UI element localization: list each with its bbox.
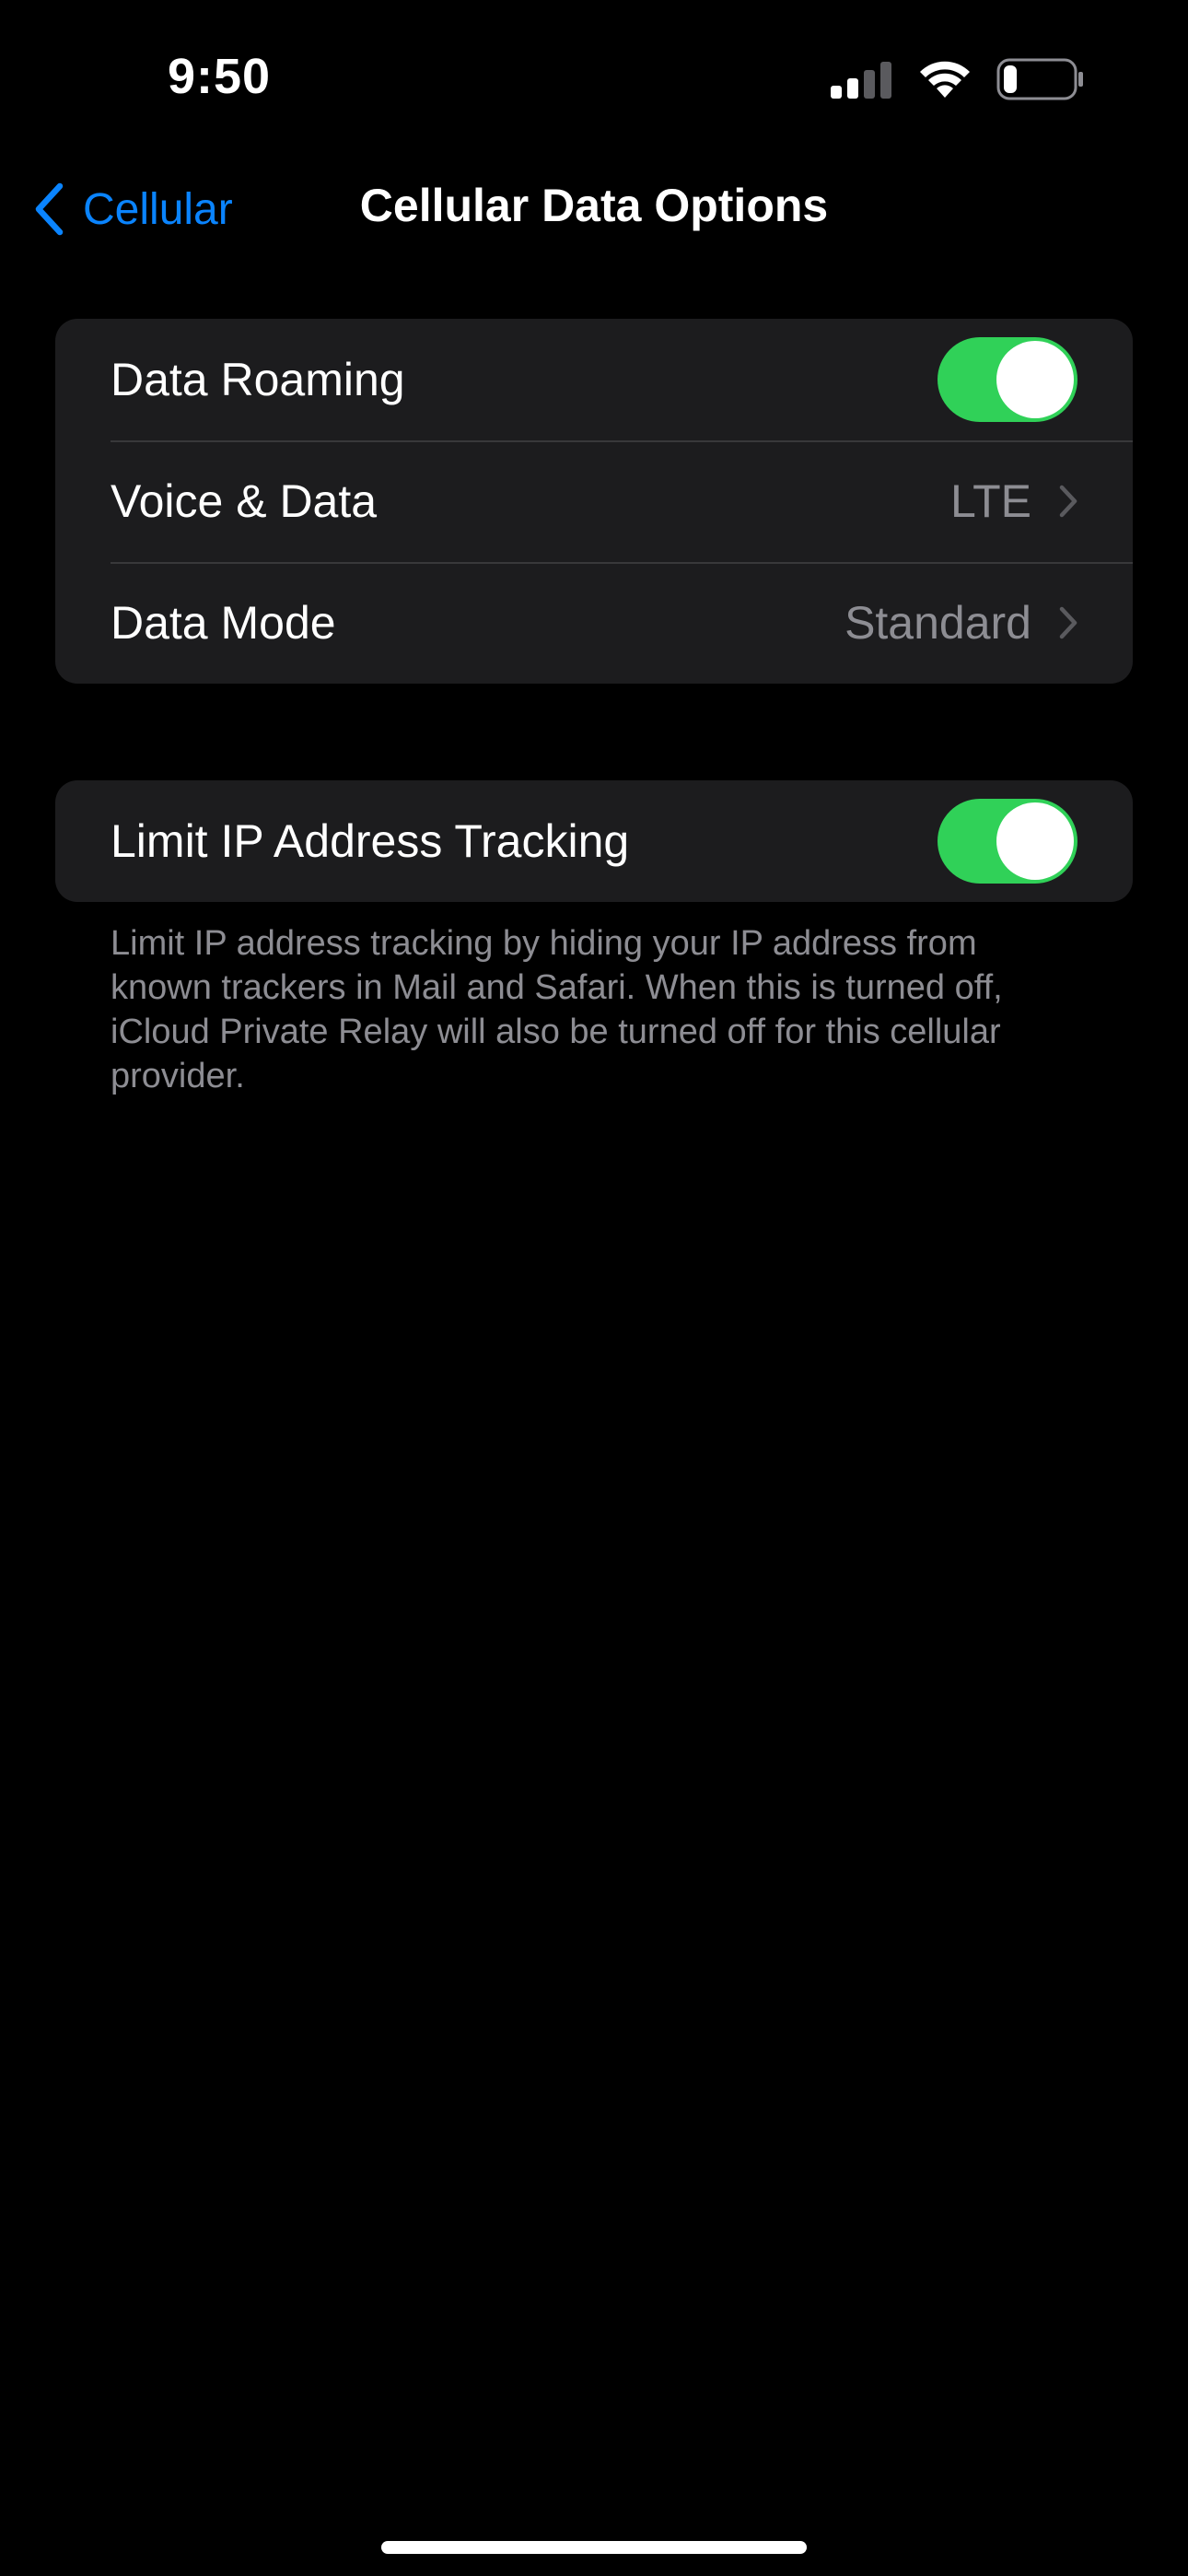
data-mode-label: Data Mode bbox=[111, 597, 336, 649]
toggle-knob bbox=[996, 802, 1074, 880]
battery-level-fill bbox=[1004, 65, 1017, 93]
privacy-group: Limit IP Address Tracking bbox=[55, 780, 1133, 902]
limit-ip-tracking-label: Limit IP Address Tracking bbox=[111, 815, 630, 867]
page-title: Cellular Data Options bbox=[359, 180, 829, 231]
cellular-signal-icon bbox=[831, 62, 891, 99]
home-indicator[interactable] bbox=[381, 2541, 807, 2554]
status-bar: 9:50 bbox=[0, 0, 1188, 157]
data-mode-row[interactable]: Data Mode Standard bbox=[55, 562, 1133, 684]
status-time: 9:50 bbox=[168, 49, 272, 104]
data-roaming-toggle[interactable] bbox=[938, 337, 1077, 422]
wifi-icon bbox=[920, 61, 970, 98]
battery-icon bbox=[996, 58, 1083, 100]
data-roaming-row: Data Roaming bbox=[55, 319, 1133, 440]
chevron-right-icon bbox=[1059, 606, 1077, 639]
voice-data-label: Voice & Data bbox=[111, 475, 378, 527]
limit-ip-tracking-footer: Limit IP address tracking by hiding your… bbox=[111, 924, 1003, 1095]
limit-ip-tracking-row: Limit IP Address Tracking bbox=[55, 780, 1133, 902]
data-mode-value: Standard bbox=[844, 597, 1031, 649]
chevron-right-icon bbox=[1059, 485, 1077, 518]
navigation-bar: Cellular Cellular Data Options bbox=[0, 166, 1188, 252]
voice-data-value: LTE bbox=[950, 475, 1031, 527]
data-roaming-label: Data Roaming bbox=[111, 354, 405, 405]
limit-ip-tracking-toggle[interactable] bbox=[938, 799, 1077, 884]
status-icons bbox=[831, 55, 1085, 103]
voice-data-row[interactable]: Voice & Data LTE bbox=[55, 440, 1133, 562]
cellular-options-group: Data Roaming Voice & Data LTE Data Mode … bbox=[55, 319, 1133, 684]
toggle-knob bbox=[996, 341, 1074, 418]
